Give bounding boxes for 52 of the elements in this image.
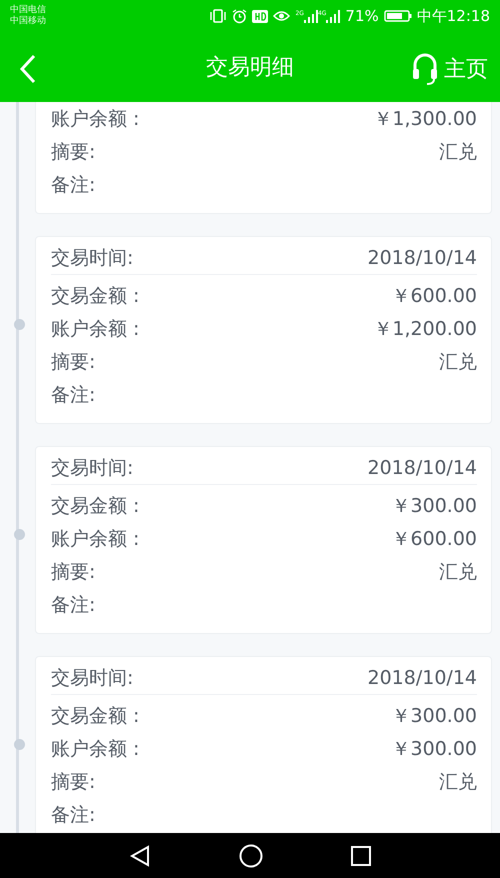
row-value: 2018/10/14 (367, 456, 477, 478)
row-value: ￥600.00 (392, 284, 477, 308)
row-label: 摘要: (51, 350, 96, 374)
row-label: 备注: (51, 592, 96, 618)
row-label: 摘要: (51, 770, 96, 794)
row-value: ￥300.00 (392, 704, 477, 728)
row-label: 账户余额 : (51, 316, 140, 342)
back-nav-button[interactable] (129, 844, 151, 866)
row-label: 账户余额 : (51, 526, 140, 552)
row-label: 交易时间: (51, 456, 134, 480)
timeline-dot (14, 739, 25, 750)
alarm-icon (232, 8, 248, 24)
recents-nav-button[interactable] (351, 846, 371, 866)
row-value: 汇兑 (439, 350, 477, 374)
row-label: 摘要: (51, 140, 96, 164)
carrier-name: 中国移动 (10, 16, 46, 27)
headset-icon (412, 52, 438, 86)
timeline-dot (14, 529, 25, 540)
signal-icon (304, 10, 318, 22)
battery-percent: 71% (345, 7, 379, 25)
home-nav-button[interactable] (239, 844, 263, 868)
row-label: 交易时间: (51, 246, 134, 270)
row-value: ￥600.00 (392, 526, 477, 552)
timeline-dot (14, 319, 25, 330)
row-label: 交易金额 : (51, 704, 140, 728)
row-label: 备注: (51, 802, 96, 828)
row-value: ￥1,300.00 (373, 106, 477, 132)
row-label: 交易金额 : (51, 494, 140, 518)
row-label: 交易金额 : (51, 284, 140, 308)
row-value: 汇兑 (439, 560, 477, 584)
home-button[interactable]: 主页 (408, 48, 492, 90)
carrier-name: 中国电信 (10, 5, 46, 16)
vibrate-icon (209, 9, 228, 23)
row-value: 汇兑 (439, 770, 477, 794)
row-label: 交易时间: (51, 666, 134, 690)
row-value: 2018/10/14 (367, 246, 477, 268)
row-value: ￥1,200.00 (373, 316, 477, 342)
row-label: 备注: (51, 172, 96, 198)
row-value: ￥300.00 (392, 494, 477, 518)
row-value: 汇兑 (439, 140, 477, 164)
row-label: 备注: (51, 382, 96, 408)
hd-icon (252, 10, 268, 22)
row-label: 账户余额 : (51, 736, 140, 762)
signal-icon (326, 10, 340, 22)
row-label: 账户余额 : (51, 106, 140, 132)
clock-time: 中午12:18 (416, 6, 490, 26)
row-label: 摘要: (51, 560, 96, 584)
page-title: 交易明细 (206, 54, 294, 82)
battery-icon (384, 10, 412, 22)
eye-icon (273, 10, 290, 22)
row-value: ￥300.00 (392, 736, 477, 762)
row-value: 2018/10/14 (367, 666, 477, 688)
